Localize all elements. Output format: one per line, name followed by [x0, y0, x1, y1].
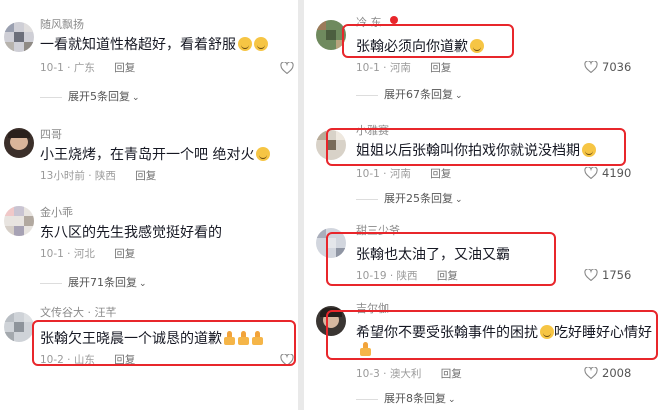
left-comment-panel: 随风飘扬 一看就知道性格超好，看着舒服 10-1 · 广东 回复 展开5条回复 ⌄…	[0, 0, 298, 410]
expand-replies-label: 展开71条回复	[68, 276, 137, 289]
like-button[interactable]	[280, 60, 294, 74]
expand-replies-label: 展开5条回复	[68, 90, 130, 103]
expand-replies-button[interactable]: 展开67条回复 ⌄	[356, 86, 463, 102]
comment-location: 河南	[389, 62, 411, 74]
comment-meta: 10-1 · 河南 回复	[356, 62, 452, 74]
comment-text-body: 一看就知道性格超好，看着舒服	[40, 37, 236, 53]
comment-meta: 10-3 · 澳大利 回复	[356, 368, 462, 380]
reply-button[interactable]: 回复	[441, 368, 462, 380]
reply-button[interactable]: 回复	[430, 168, 451, 180]
chevron-down-icon: ⌄	[455, 195, 463, 205]
right-comment-panel: 冷 东 张翰必须向你道歉 10-1 · 河南 回复 7036 展开67条回复 ⌄ …	[304, 0, 660, 410]
highlight-box	[326, 128, 626, 166]
heart-outline-icon	[584, 60, 598, 73]
heart-outline-icon	[584, 268, 598, 281]
avatar[interactable]	[4, 128, 34, 158]
like-count: 7036	[602, 59, 632, 74]
chevron-down-icon: ⌄	[139, 279, 147, 289]
comment-date: 10-1	[356, 168, 380, 180]
smile-emoji-icon	[238, 37, 252, 51]
expand-replies-button[interactable]: 展开71条回复 ⌄	[40, 274, 147, 290]
chevron-down-icon: ⌄	[132, 93, 140, 103]
comment-location: 澳大利	[389, 368, 422, 380]
comment-username[interactable]: 金小乖	[40, 204, 73, 220]
expand-replies-label: 展开25条回复	[384, 192, 453, 205]
comment-meta: 10-19 · 陕西 回复	[356, 270, 458, 282]
chevron-down-icon: ⌄	[448, 395, 456, 405]
like-count: 4190	[602, 165, 632, 180]
grin-emoji-icon	[256, 147, 271, 161]
reply-button[interactable]: 回复	[437, 270, 458, 282]
comment-date: 13小时前	[40, 170, 85, 182]
comment-text: 一看就知道性格超好，看着舒服	[40, 34, 268, 54]
comment-meta: 10-1 · 河南 回复	[356, 168, 452, 180]
like-button[interactable]: 2008	[584, 365, 631, 380]
avatar[interactable]	[4, 312, 34, 342]
expand-divider	[356, 198, 378, 200]
like-button[interactable]: 1756	[584, 267, 631, 282]
expand-divider	[356, 398, 378, 400]
comment-location: 河南	[389, 168, 411, 180]
expand-divider	[356, 94, 378, 96]
comment-location: 河北	[73, 248, 95, 260]
like-count: 2008	[602, 365, 632, 380]
heart-outline-icon	[584, 366, 598, 379]
comment-location: 陕西	[94, 170, 116, 182]
comment-text-body: 小王烧烤，在青岛开一个吧 绝对火	[40, 147, 255, 163]
expand-replies-label: 展开8条回复	[384, 392, 446, 405]
comment-meta: 10-1 · 河北 回复	[40, 248, 136, 260]
comment-text: 小王烧烤，在青岛开一个吧 绝对火	[40, 144, 271, 164]
like-button[interactable]: 4190	[584, 165, 631, 180]
comment-text-body: 东八区的先生我感觉挺好看的	[40, 225, 222, 241]
pin-marker	[390, 16, 398, 24]
highlight-box	[326, 310, 658, 360]
expand-replies-button[interactable]: 展开5条回复 ⌄	[40, 88, 140, 104]
comment-date: 10-3	[356, 368, 380, 380]
comment-date: 10-1	[356, 62, 380, 74]
heart-outline-icon	[280, 61, 294, 74]
expand-replies-button[interactable]: 展开25条回复 ⌄	[356, 190, 463, 206]
comment-location: 陕西	[396, 270, 418, 282]
expand-replies-label: 展开67条回复	[384, 88, 453, 101]
avatar[interactable]	[4, 22, 34, 52]
comment-meta: 13小时前 · 陕西 回复	[40, 170, 157, 182]
comment-username[interactable]: 文传谷大 · 汪芊	[40, 304, 117, 320]
smile-emoji-icon	[254, 37, 268, 51]
avatar[interactable]	[4, 206, 34, 236]
reply-button[interactable]: 回复	[114, 248, 135, 260]
highlight-box	[342, 24, 514, 58]
like-button[interactable]: 7036	[584, 59, 631, 74]
comment-location: 广东	[73, 62, 95, 74]
highlight-box	[32, 320, 296, 366]
comment-meta: 10-1 · 广东 回复	[40, 62, 136, 74]
chevron-down-icon: ⌄	[455, 91, 463, 101]
comment-username[interactable]: 四哥	[40, 126, 62, 142]
reply-button[interactable]: 回复	[135, 170, 156, 182]
like-count: 1756	[602, 267, 632, 282]
heart-outline-icon	[584, 166, 598, 179]
reply-button[interactable]: 回复	[114, 62, 135, 74]
expand-divider	[40, 282, 62, 284]
expand-replies-button[interactable]: 展开8条回复 ⌄	[356, 390, 456, 406]
comment-date: 10-19	[356, 270, 387, 282]
comment-username[interactable]: 随风飘扬	[40, 16, 84, 32]
expand-divider	[40, 96, 62, 98]
comment-text: 东八区的先生我感觉挺好看的	[40, 222, 222, 242]
comment-date: 10-1	[40, 248, 64, 260]
comment-date: 10-1	[40, 62, 64, 74]
reply-button[interactable]: 回复	[430, 62, 451, 74]
